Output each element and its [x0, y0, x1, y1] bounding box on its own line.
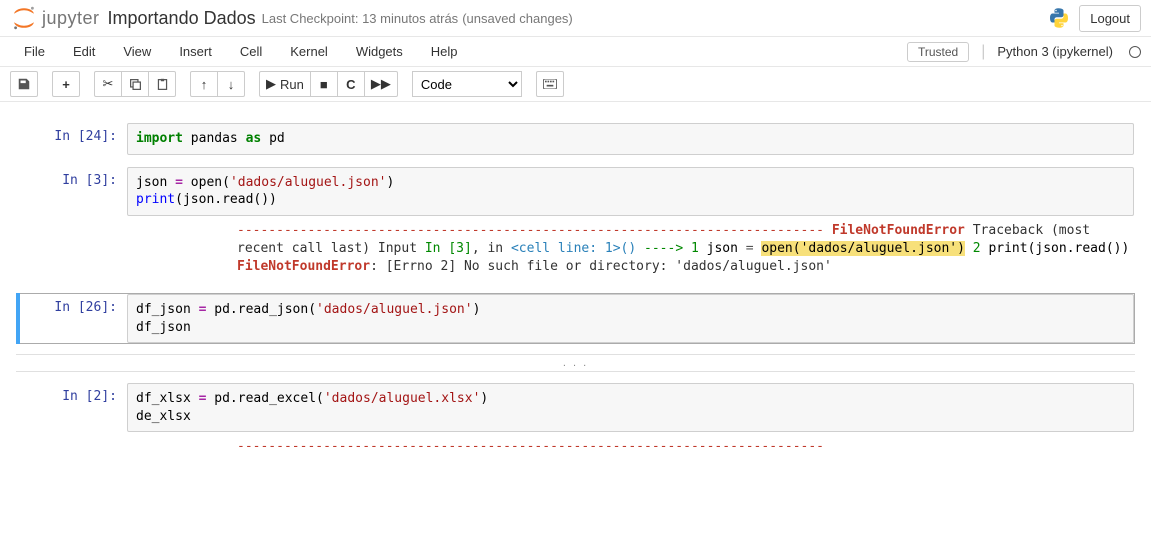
menubar: File Edit View Insert Cell Kernel Widget…	[0, 37, 1151, 67]
arrow-down-icon: ↓	[228, 77, 235, 92]
notebook-container: In [24]: import pandas as pd In [3]: jso…	[0, 102, 1151, 494]
code-input[interactable]: df_xlsx = pd.read_excel('dados/aluguel.x…	[127, 383, 1134, 432]
save-button[interactable]	[10, 71, 38, 97]
input-prompt: In [24]:	[17, 123, 127, 155]
command-palette-button[interactable]	[536, 71, 564, 97]
jupyter-logo[interactable]: jupyter	[10, 4, 100, 32]
move-up-button[interactable]: ↑	[190, 71, 218, 97]
cut-icon: ✂	[103, 76, 114, 92]
menu-file[interactable]: File	[10, 40, 59, 63]
run-label: Run	[280, 77, 304, 92]
input-prompt: In [2]:	[17, 383, 127, 462]
menu-kernel[interactable]: Kernel	[276, 40, 342, 63]
copy-icon	[129, 78, 142, 91]
logout-button[interactable]: Logout	[1079, 5, 1141, 32]
output-collapser[interactable]: . . .	[16, 354, 1135, 372]
python-icon	[1047, 6, 1071, 30]
code-cell[interactable]: In [2]: df_xlsx = pd.read_excel('dados/a…	[16, 382, 1135, 463]
kernel-separator: |	[981, 43, 985, 61]
interrupt-button[interactable]: ■	[310, 71, 338, 97]
code-input[interactable]: df_json = pd.read_json('dados/aluguel.js…	[127, 294, 1134, 343]
error-output: ----------------------------------------…	[237, 216, 1134, 283]
run-button[interactable]: ▶ Run	[259, 71, 311, 97]
paste-icon	[156, 78, 169, 91]
input-prompt: In [3]:	[17, 167, 127, 283]
keyboard-icon	[543, 79, 557, 89]
unsaved-status: (unsaved changes)	[462, 11, 573, 26]
restart-button[interactable]: C	[337, 71, 365, 97]
code-cell[interactable]: In [3]: json = open('dados/aluguel.json'…	[16, 166, 1135, 284]
copy-button[interactable]	[121, 71, 149, 97]
restart-run-all-button[interactable]: ▶▶	[364, 71, 398, 97]
menu-help[interactable]: Help	[417, 40, 472, 63]
cell-type-select[interactable]: Code	[412, 71, 522, 97]
menu-widgets[interactable]: Widgets	[342, 40, 417, 63]
fast-forward-icon: ▶▶	[371, 76, 391, 92]
trusted-indicator[interactable]: Trusted	[907, 42, 969, 62]
arrow-up-icon: ↑	[201, 77, 208, 92]
kernel-indicator-icon[interactable]	[1129, 46, 1141, 58]
play-icon: ▶	[266, 76, 276, 92]
checkpoint-status: Last Checkpoint: 13 minutos atrás	[262, 11, 459, 26]
code-cell[interactable]: In [26]: df_json = pd.read_json('dados/a…	[16, 293, 1135, 344]
output-prompt	[127, 432, 237, 462]
input-prompt: In [26]:	[17, 294, 127, 343]
toolbar: + ✂ ↑ ↓ ▶ Run ■ C ▶▶ Code	[0, 67, 1151, 102]
code-cell[interactable]: In [24]: import pandas as pd	[16, 122, 1135, 156]
code-input[interactable]: json = open('dados/aluguel.json') print(…	[127, 167, 1134, 216]
insert-cell-button[interactable]: +	[52, 71, 80, 97]
stop-icon: ■	[320, 77, 328, 92]
move-down-button[interactable]: ↓	[217, 71, 245, 97]
save-icon	[17, 77, 31, 91]
restart-icon: C	[346, 77, 355, 92]
jupyter-icon	[10, 4, 38, 32]
plus-icon: +	[62, 77, 70, 92]
kernel-name[interactable]: Python 3 (ipykernel)	[997, 44, 1113, 59]
error-output: ----------------------------------------…	[237, 432, 824, 462]
notebook-title[interactable]: Importando Dados	[108, 8, 256, 29]
menu-cell[interactable]: Cell	[226, 40, 276, 63]
menu-edit[interactable]: Edit	[59, 40, 109, 63]
jupyter-logo-text: jupyter	[42, 8, 100, 29]
menu-view[interactable]: View	[109, 40, 165, 63]
menu-insert[interactable]: Insert	[165, 40, 226, 63]
notebook-header: jupyter Importando Dados Last Checkpoint…	[0, 0, 1151, 37]
paste-button[interactable]	[148, 71, 176, 97]
code-input[interactable]: import pandas as pd	[127, 123, 1134, 155]
output-prompt	[127, 216, 237, 283]
cut-button[interactable]: ✂	[94, 71, 122, 97]
